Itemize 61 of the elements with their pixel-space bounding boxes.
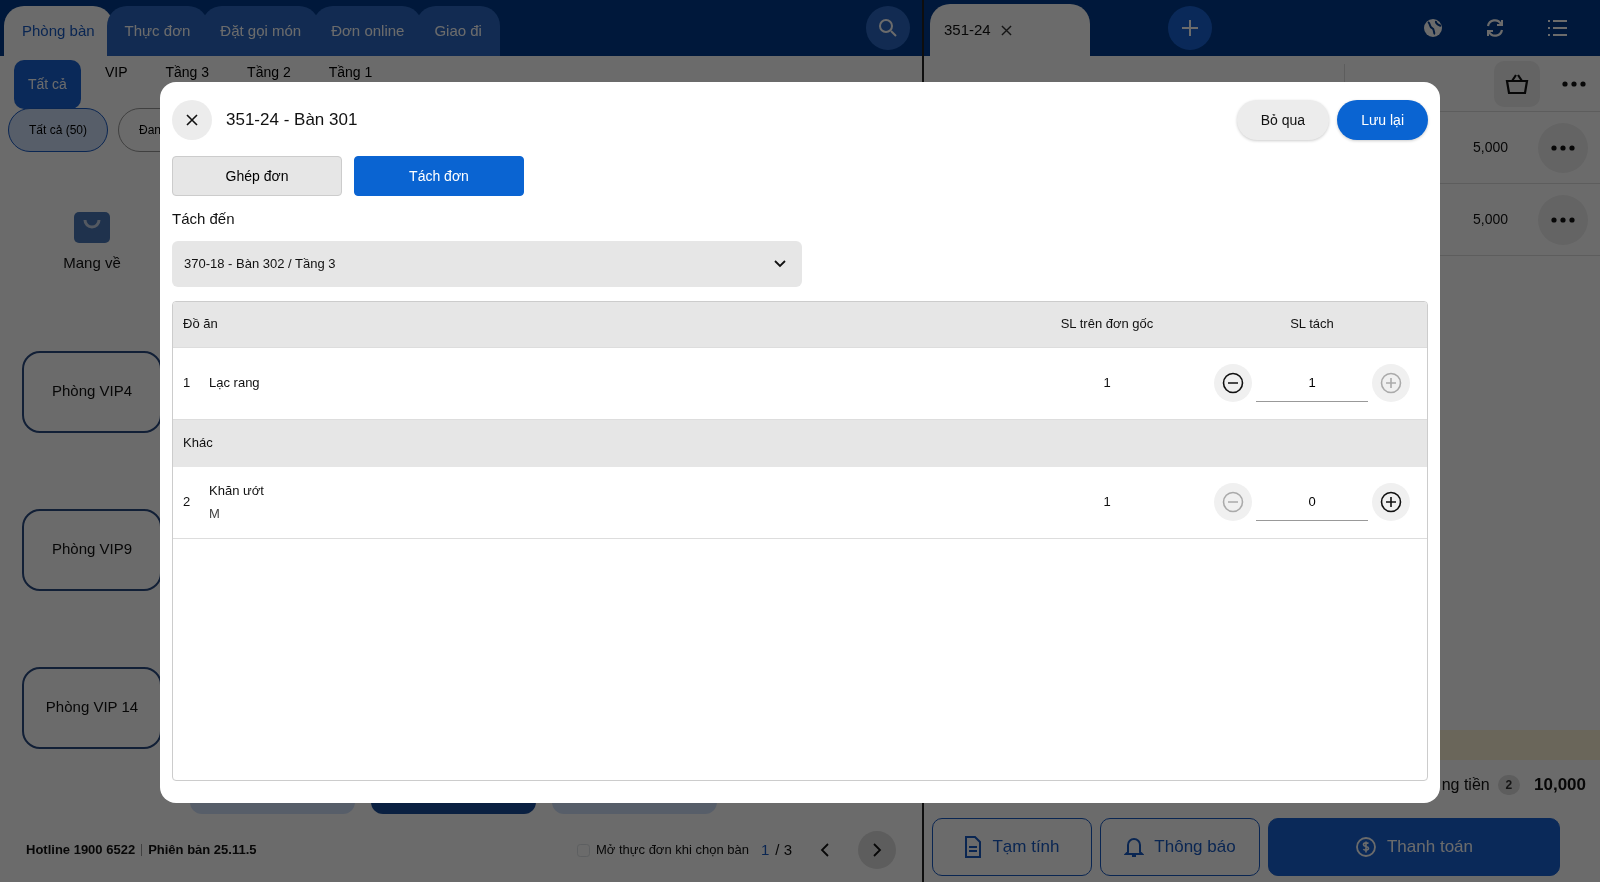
plus-icon[interactable] [1372,483,1410,521]
more-icon[interactable] [1562,80,1586,87]
item-name: Khăn ướt [209,481,264,500]
tab-label: 351-24 [944,19,991,40]
action-button[interactable]: Thanh toán [1268,818,1560,876]
floor-filter[interactable]: Tầng 2 [233,60,305,85]
count-badge: 2 [1497,774,1520,796]
minus-icon[interactable] [1214,364,1252,402]
basket-icon[interactable] [1494,60,1540,107]
price-text: 5,000 [1472,210,1508,229]
floor-filter[interactable]: Tầng 1 [314,60,387,85]
price-text: 5,000 [1472,138,1508,157]
floor-filter[interactable]: Tất cả [14,60,81,109]
mode-tab[interactable]: Ghép đơn [172,156,342,196]
page-current: 1 [760,839,770,860]
item-note: M [209,505,221,523]
floor-filter[interactable]: VIP [90,60,142,85]
cancel-button[interactable]: Bỏ qua [1236,100,1330,140]
row-number: 1 [183,374,192,393]
column-header: SL trên đơn gốc [1059,315,1155,334]
checkbox-label: Mở thực đơn khi chọn bàn [596,841,749,860]
action-button[interactable]: Thông báo [1100,818,1260,876]
field-label: Tách đến [172,209,236,229]
status-filter[interactable]: Tất cả (50) [8,108,109,152]
quantity-field[interactable]: 0 [1256,483,1368,521]
row-number: 2 [183,493,192,512]
nav-tab[interactable]: Giao đi [416,6,500,56]
total-label: ng tiền [1441,775,1490,795]
table-cell-text: 1 [1102,493,1112,512]
floor-filter[interactable]: Tầng 3 [151,60,224,85]
order-tab[interactable]: 351-24 [930,4,1090,56]
target-select[interactable]: 370-18 - Bàn 302 / Tầng 3 [172,240,802,287]
page-total: / 3 [775,839,792,860]
total-amount: 10,000 [1534,774,1586,797]
select-value: 370-18 - Bàn 302 / Tầng 3 [184,254,336,273]
version-text: Phiên bản 25.11.5 [148,841,257,860]
dialog-title: 351-24 - Bàn 301 [226,109,358,132]
hotline-text: Hotline 1900 6522 [26,841,136,860]
table-card[interactable]: Phòng VIP4 [22,350,162,433]
table-card[interactable]: Phòng VIP 14 [22,666,162,749]
item-name: Lạc rang [209,374,260,393]
refresh-icon[interactable] [1484,17,1506,39]
group-header: Khác [173,419,1427,467]
document-icon [964,836,983,858]
mode-tab[interactable]: Tách đơn [354,156,524,196]
next-icon[interactable] [858,831,896,869]
coin-icon [1355,836,1377,858]
table-card[interactable]: Phòng VIP9 [22,508,162,591]
takeaway-label[interactable]: Mang về [63,252,121,275]
bell-icon [1124,836,1145,858]
chevron-down-icon [774,259,786,268]
table-cell-text: 1 [1102,374,1112,393]
column-header: Đồ ăn [183,315,219,334]
list-icon[interactable] [1546,17,1568,39]
search-icon[interactable] [866,6,910,50]
action-button[interactable]: Tạm tính [932,818,1092,876]
close-icon[interactable] [172,100,212,140]
quantity-field[interactable]: 1 [1256,364,1368,402]
globe-icon[interactable] [1422,17,1444,39]
column-header: SL tách [1289,315,1335,334]
save-button[interactable]: Lưu lại [1337,100,1428,140]
